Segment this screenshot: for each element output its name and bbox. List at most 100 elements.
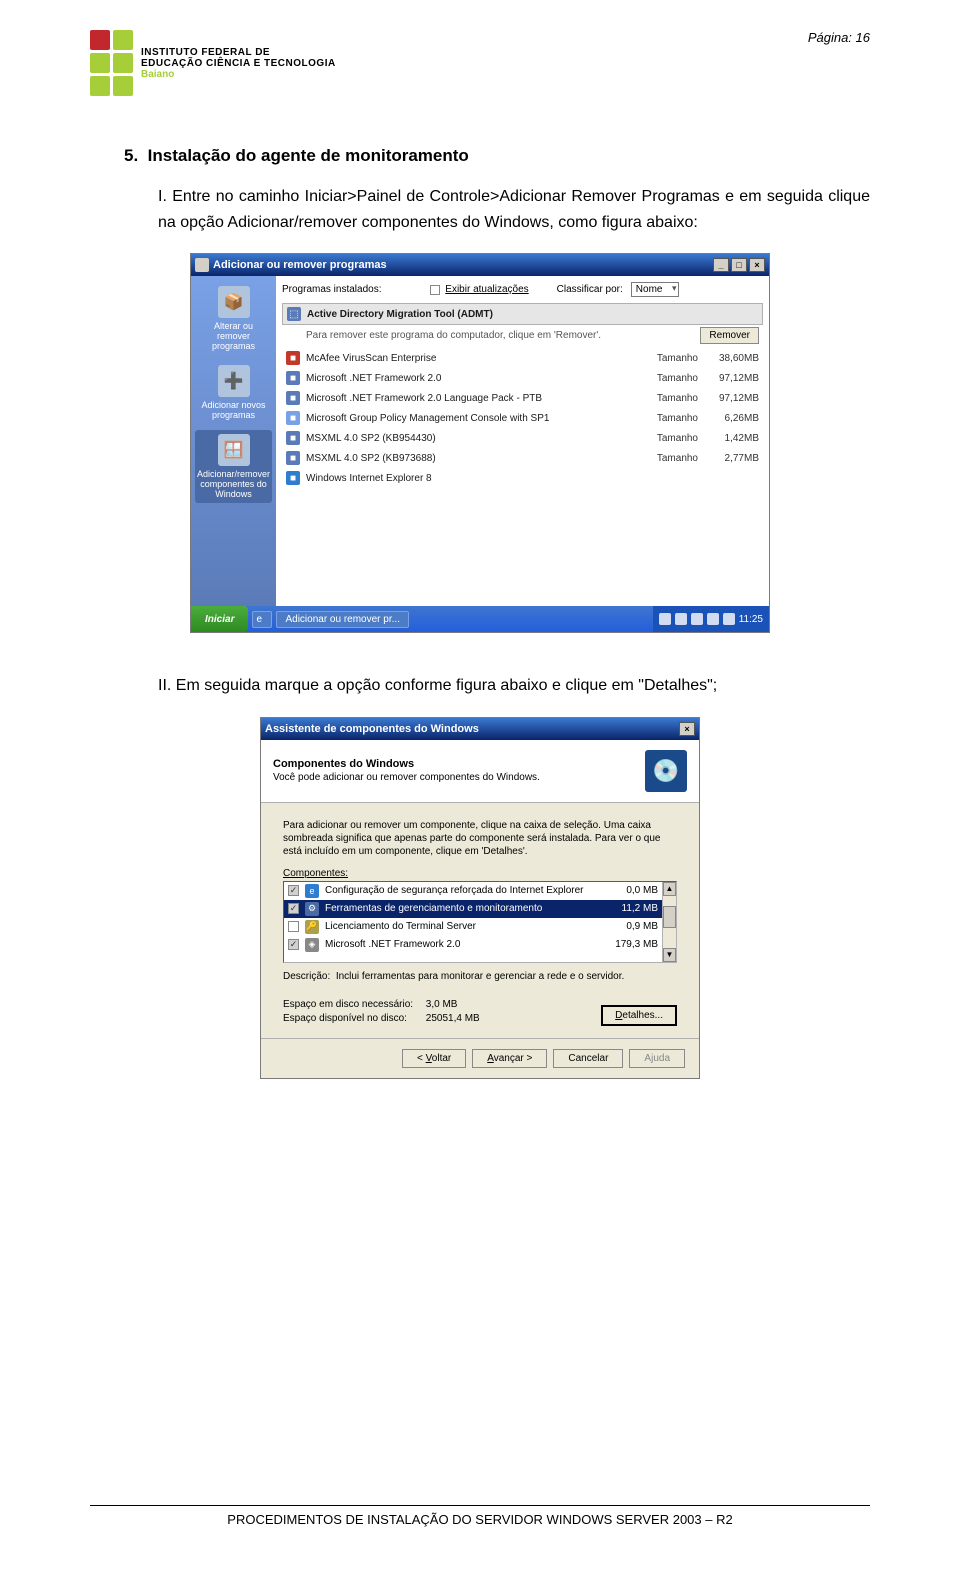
space-avail-value: 25051,4 MB xyxy=(426,1013,480,1024)
paragraph-2: II. Em seguida marque a opção conforme f… xyxy=(158,673,870,699)
program-size: 97,12MB xyxy=(704,373,759,384)
sidebar-item-change-remove[interactable]: 📦 Alterar ou remover programas xyxy=(195,282,272,355)
next-button[interactable]: Avançar > xyxy=(472,1049,547,1068)
system-tray[interactable]: 11:25 xyxy=(653,606,769,632)
component-row[interactable]: ✓⚙Ferramentas de gerenciamento e monitor… xyxy=(284,900,662,918)
sort-by-dropdown[interactable]: Nome xyxy=(631,282,680,297)
page-number: Página: 16 xyxy=(808,30,870,45)
program-row[interactable]: ■ Microsoft .NET Framework 2.0 Language P… xyxy=(282,388,763,408)
arp-program-list: Programas instalados: Exibir atualizaçõe… xyxy=(276,276,769,606)
taskbar-ie-icon[interactable]: e xyxy=(252,611,272,628)
program-icon: ■ xyxy=(286,391,300,405)
back-button[interactable]: < Voltar xyxy=(402,1049,466,1068)
program-name: Microsoft .NET Framework 2.0 Language Pa… xyxy=(306,393,637,404)
start-button[interactable]: Iniciar xyxy=(191,606,248,632)
change-remove-icon: 📦 xyxy=(218,286,250,318)
components-scrollbar[interactable]: ▲ ▼ xyxy=(662,882,676,962)
size-label: Tamanho xyxy=(643,373,698,384)
program-size: 6,26MB xyxy=(704,413,759,424)
component-name: Licenciamento do Terminal Server xyxy=(325,921,597,932)
minimize-button[interactable]: _ xyxy=(713,258,729,272)
scroll-down-arrow[interactable]: ▼ xyxy=(663,948,676,962)
show-updates-label: Exibir atualizações xyxy=(445,284,528,295)
wizard-instruction: Para adicionar ou remover um componente,… xyxy=(283,819,677,858)
details-button[interactable]: Detalhes... xyxy=(601,1005,677,1026)
wizard-header-icon: 💿 xyxy=(645,750,687,792)
sidebar-item-add-new[interactable]: ➕ Adicionar novos programas xyxy=(195,361,272,424)
program-name: Microsoft Group Policy Management Consol… xyxy=(306,413,637,424)
component-checkbox[interactable]: ✓ xyxy=(288,903,299,914)
program-name: Active Directory Migration Tool (ADMT) xyxy=(307,309,758,320)
tray-icon xyxy=(691,613,703,625)
admt-icon: ⬚ xyxy=(287,307,301,321)
program-row[interactable]: ■MSXML 4.0 SP2 (KB973688)Tamanho2,77MB xyxy=(282,448,763,468)
tray-clock: 11:25 xyxy=(739,614,763,625)
wizard-titlebar[interactable]: Assistente de componentes do Windows × xyxy=(261,718,699,740)
program-name: Windows Internet Explorer 8 xyxy=(306,473,759,484)
program-name: MSXML 4.0 SP2 (KB954430) xyxy=(306,433,637,444)
wizard-header-subtitle: Você pode adicionar ou remover component… xyxy=(273,772,540,783)
size-label: Tamanho xyxy=(643,393,698,404)
sort-by-label: Classificar por: xyxy=(557,284,623,295)
size-label: Tamanho xyxy=(643,433,698,444)
component-row[interactable]: 🔑Licenciamento do Terminal Server0,9 MB xyxy=(284,918,662,936)
remove-button[interactable]: Remover xyxy=(700,327,759,344)
close-button[interactable]: × xyxy=(749,258,765,272)
tray-icon xyxy=(723,613,735,625)
show-updates-checkbox[interactable] xyxy=(430,285,440,295)
program-icon: ■ xyxy=(286,431,300,445)
taskbar: Iniciar e Adicionar ou remover pr... 11:… xyxy=(191,606,769,632)
details-btn-rest: etalhes... xyxy=(622,1010,663,1021)
institution-logo: INSTITUTO FEDERAL DE EDUCAÇÃO CIÊNCIA E … xyxy=(90,30,336,96)
program-row[interactable]: ■ MSXML 4.0 SP2 (KB954430) Tamanho 1,42MB xyxy=(282,428,763,448)
program-row-selected[interactable]: ⬚ Active Directory Migration Tool (ADMT) xyxy=(282,303,763,325)
component-row[interactable]: ✓◈Microsoft .NET Framework 2.0179,3 MB xyxy=(284,936,662,954)
component-checkbox[interactable]: ✓ xyxy=(288,885,299,896)
program-row[interactable]: ■ Windows Internet Explorer 8 xyxy=(282,468,763,488)
size-label: Tamanho xyxy=(643,353,698,364)
component-checkbox[interactable]: ✓ xyxy=(288,939,299,950)
program-size: 38,60MB xyxy=(704,353,759,364)
program-row[interactable]: ■Microsoft .NET Framework 2.0Tamanho97,1… xyxy=(282,368,763,388)
tray-icon xyxy=(675,613,687,625)
window-titlebar[interactable]: Adicionar ou remover programas _ □ × xyxy=(191,254,769,276)
components-listbox[interactable]: ✓eConfiguração de segurança reforçada do… xyxy=(283,881,677,963)
program-size: 2,77MB xyxy=(704,453,759,464)
component-checkbox[interactable] xyxy=(288,921,299,932)
programs-installed-label: Programas instalados: xyxy=(282,284,382,295)
program-name: McAfee VirusScan Enterprise xyxy=(306,353,637,364)
description-label: Descrição: xyxy=(283,971,330,982)
sidebar-item-windows-components[interactable]: 🪟 Adicionar/remover componentes do Windo… xyxy=(195,430,272,503)
program-icon: ■ xyxy=(286,471,300,485)
program-name: Microsoft .NET Framework 2.0 xyxy=(306,373,637,384)
windows-components-wizard: Assistente de componentes do Windows × C… xyxy=(260,717,700,1079)
program-size: 1,42MB xyxy=(704,433,759,444)
wizard-header-title: Componentes do Windows xyxy=(273,758,540,770)
logo-line3: Baiano xyxy=(141,69,336,80)
component-name: Ferramentas de gerenciamento e monitoram… xyxy=(325,903,597,914)
component-size: 0,0 MB xyxy=(603,885,658,896)
taskbar-task-arp[interactable]: Adicionar ou remover pr... xyxy=(276,611,409,628)
window-title: Adicionar ou remover programas xyxy=(213,259,387,271)
program-icon: ■ xyxy=(286,351,300,365)
program-name: MSXML 4.0 SP2 (KB973688) xyxy=(306,453,637,464)
cancel-button[interactable]: Cancelar xyxy=(553,1049,623,1068)
component-size: 179,3 MB xyxy=(603,939,658,950)
scroll-up-arrow[interactable]: ▲ xyxy=(663,882,676,896)
component-row[interactable]: ✓eConfiguração de segurança reforçada do… xyxy=(284,882,662,900)
help-button[interactable]: Ajuda xyxy=(629,1049,685,1068)
scroll-thumb[interactable] xyxy=(663,906,676,928)
components-label: Componentes: xyxy=(283,868,348,879)
space-avail-label: Espaço disponível no disco: xyxy=(283,1012,423,1026)
section-heading: 5. Instalação do agente de monitoramento xyxy=(124,146,870,166)
space-needed-label: Espaço em disco necessário: xyxy=(283,998,423,1012)
program-row[interactable]: ■Microsoft Group Policy Management Conso… xyxy=(282,408,763,428)
component-size: 11,2 MB xyxy=(603,903,658,914)
close-button[interactable]: × xyxy=(679,722,695,736)
size-label: Tamanho xyxy=(643,413,698,424)
program-icon: ■ xyxy=(286,451,300,465)
component-icon: ◈ xyxy=(305,938,319,952)
maximize-button[interactable]: □ xyxy=(731,258,747,272)
component-icon: 🔑 xyxy=(305,920,319,934)
program-row[interactable]: ■ McAfee VirusScan Enterprise Tamanho 38,60… xyxy=(282,348,763,368)
